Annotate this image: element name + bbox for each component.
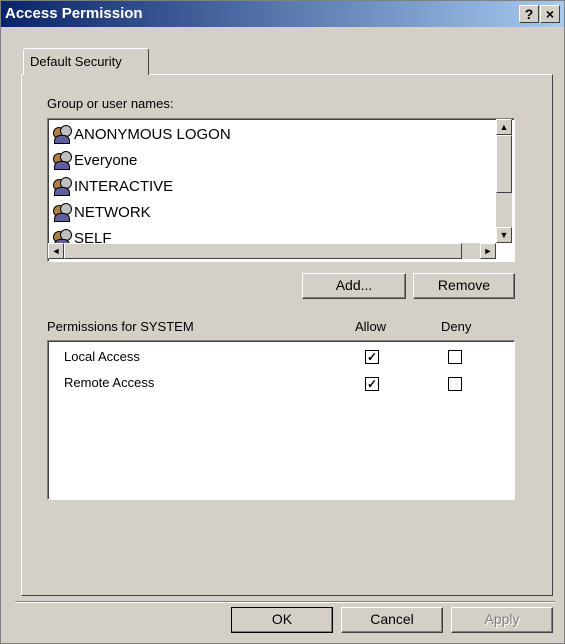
close-button[interactable]: × [540, 5, 560, 23]
allow-remote-access-checkbox[interactable]: ✓ [365, 377, 379, 391]
group-user-icon [52, 203, 72, 222]
list-item[interactable]: INTERACTIVE [52, 175, 173, 197]
horizontal-scroll-thumb[interactable] [64, 243, 462, 259]
group-user-list[interactable]: ANONYMOUS LOGON Everyone INTERACTIVE NET… [47, 118, 515, 262]
group-user-icon [52, 125, 72, 144]
deny-local-access-checkbox[interactable] [448, 350, 462, 364]
scroll-up-icon[interactable]: ▲ [496, 119, 512, 135]
permissions-list: Local Access ✓ Remote Access ✓ [47, 340, 515, 500]
list-item-label: INTERACTIVE [74, 177, 174, 195]
help-button[interactable]: ? [519, 5, 539, 23]
list-item-label: Everyone [74, 151, 138, 169]
cancel-button[interactable]: Cancel [341, 607, 443, 633]
footer-separator [15, 601, 555, 603]
allow-column-header: Allow [355, 319, 387, 334]
allow-local-access-checkbox[interactable]: ✓ [365, 350, 379, 364]
group-user-icon [52, 151, 72, 170]
scroll-left-icon[interactable]: ◄ [48, 243, 64, 259]
apply-button[interactable]: Apply [451, 607, 553, 633]
scroll-thumb[interactable] [496, 135, 512, 193]
permissions-header: Permissions for SYSTEM [47, 319, 194, 334]
scroll-down-icon[interactable]: ▼ [496, 227, 512, 243]
list-item-label: ANONYMOUS LOGON [74, 125, 231, 143]
tab-default-security[interactable]: Default Security [23, 48, 149, 75]
remove-button[interactable]: Remove [413, 273, 515, 299]
add-button[interactable]: Add... [302, 273, 406, 299]
deny-remote-access-checkbox[interactable] [448, 377, 462, 391]
title-bar[interactable]: Access Permission ? × [1, 1, 564, 27]
horizontal-scrollbar[interactable]: ◄ ► [48, 243, 496, 259]
vertical-scrollbar[interactable]: ▲ ▼ [496, 119, 512, 243]
deny-column-header: Deny [441, 319, 472, 334]
access-permission-dialog: Access Permission ? × Default Security G… [0, 0, 565, 644]
scroll-right-icon[interactable]: ► [480, 243, 496, 259]
list-item[interactable]: Everyone [52, 149, 137, 171]
permission-label-local-access: Local Access [64, 349, 140, 364]
list-item[interactable]: ANONYMOUS LOGON [52, 123, 231, 145]
window-title: Access Permission [5, 5, 143, 22]
list-item[interactable]: NETWORK [52, 201, 151, 223]
ok-button[interactable]: OK [231, 607, 333, 633]
list-item-label: NETWORK [74, 203, 151, 221]
permission-label-remote-access: Remote Access [64, 375, 155, 390]
group-user-icon [52, 177, 72, 196]
group-label: Group or user names: [47, 96, 174, 111]
